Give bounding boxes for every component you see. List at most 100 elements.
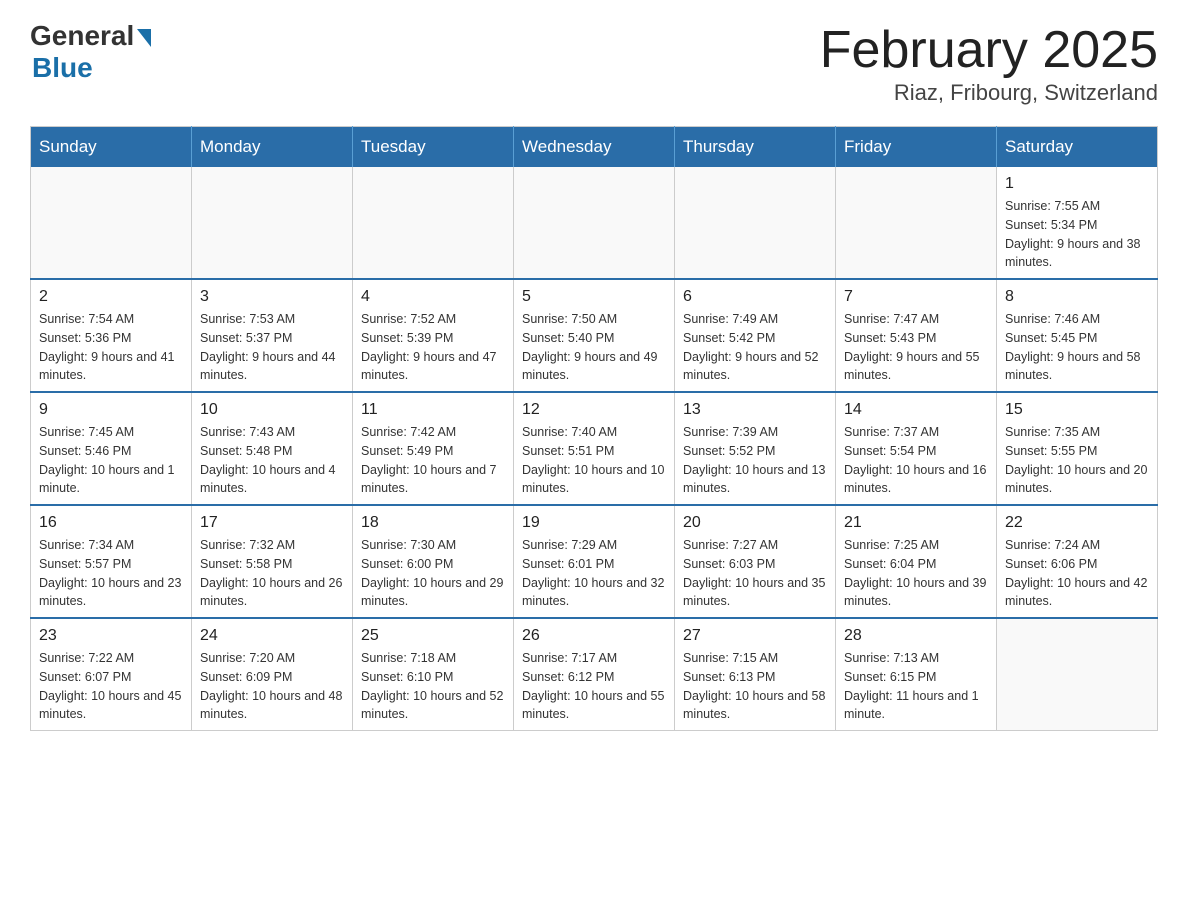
calendar-day-cell: 12Sunrise: 7:40 AMSunset: 5:51 PMDayligh…	[514, 392, 675, 505]
day-of-week-header: Tuesday	[353, 127, 514, 168]
day-info: Sunrise: 7:18 AMSunset: 6:10 PMDaylight:…	[361, 649, 505, 724]
calendar-day-cell: 8 Sunrise: 7:46 AMSunset: 5:45 PMDaylight…	[997, 279, 1158, 392]
calendar-day-cell: 24 Sunrise: 7:20 AMSunset: 6:09 PMDayligh…	[192, 618, 353, 731]
day-number: 24	[200, 627, 344, 645]
calendar-day-cell: 14 Sunrise: 7:37 AMSunset: 5:54 PMDayligh…	[836, 392, 997, 505]
calendar-day-cell: 13 Sunrise: 7:39 AMSunset: 5:52 PMDayligh…	[675, 392, 836, 505]
day-number: 28	[844, 627, 988, 645]
day-number: 21	[844, 514, 988, 532]
day-info: Sunrise: 7:17 AMSunset: 6:12 PMDaylight:…	[522, 649, 666, 724]
calendar-day-cell	[31, 167, 192, 279]
calendar-day-cell: 17 Sunrise: 7:32 AMSunset: 5:58 PMDayligh…	[192, 505, 353, 618]
day-info: Sunrise: 7:45 AMSunset: 5:46 PMDaylight:…	[39, 423, 183, 498]
day-of-week-header: Sunday	[31, 127, 192, 168]
day-info: Sunrise: 7:20 AMSunset: 6:09 PMDaylight:…	[200, 649, 344, 724]
calendar-day-cell: 20Sunrise: 7:27 AMSunset: 6:03 PMDayligh…	[675, 505, 836, 618]
calendar-day-cell	[675, 167, 836, 279]
day-info: Sunrise: 7:47 AMSunset: 5:43 PMDaylight:…	[844, 310, 988, 385]
day-info: Sunrise: 7:29 AMSunset: 6:01 PMDaylight:…	[522, 536, 666, 611]
day-info: Sunrise: 7:13 AMSunset: 6:15 PMDaylight:…	[844, 649, 988, 724]
day-number: 26	[522, 627, 666, 645]
day-info: Sunrise: 7:37 AMSunset: 5:54 PMDaylight:…	[844, 423, 988, 498]
calendar-week-row: 2 Sunrise: 7:54 AMSunset: 5:36 PMDaylight…	[31, 279, 1158, 392]
day-info: Sunrise: 7:52 AMSunset: 5:39 PMDaylight:…	[361, 310, 505, 385]
day-info: Sunrise: 7:35 AMSunset: 5:55 PMDaylight:…	[1005, 423, 1149, 498]
calendar-table: SundayMondayTuesdayWednesdayThursdayFrid…	[30, 126, 1158, 731]
calendar-day-cell: 25 Sunrise: 7:18 AMSunset: 6:10 PMDayligh…	[353, 618, 514, 731]
logo: General Blue	[30, 20, 151, 84]
day-number: 16	[39, 514, 183, 532]
calendar-day-cell: 23 Sunrise: 7:22 AMSunset: 6:07 PMDayligh…	[31, 618, 192, 731]
calendar-header-row: SundayMondayTuesdayWednesdayThursdayFrid…	[31, 127, 1158, 168]
day-number: 2	[39, 288, 183, 306]
day-number: 14	[844, 401, 988, 419]
day-number: 10	[200, 401, 344, 419]
calendar-day-cell	[353, 167, 514, 279]
day-number: 4	[361, 288, 505, 306]
calendar-day-cell	[192, 167, 353, 279]
calendar-day-cell: 18Sunrise: 7:30 AMSunset: 6:00 PMDayligh…	[353, 505, 514, 618]
calendar-week-row: 9 Sunrise: 7:45 AMSunset: 5:46 PMDaylight…	[31, 392, 1158, 505]
calendar-day-cell: 10 Sunrise: 7:43 AMSunset: 5:48 PMDayligh…	[192, 392, 353, 505]
day-info: Sunrise: 7:53 AMSunset: 5:37 PMDaylight:…	[200, 310, 344, 385]
day-info: Sunrise: 7:42 AMSunset: 5:49 PMDaylight:…	[361, 423, 505, 498]
day-number: 7	[844, 288, 988, 306]
day-info: Sunrise: 7:55 AMSunset: 5:34 PMDaylight:…	[1005, 197, 1149, 272]
day-info: Sunrise: 7:50 AMSunset: 5:40 PMDaylight:…	[522, 310, 666, 385]
day-info: Sunrise: 7:54 AMSunset: 5:36 PMDaylight:…	[39, 310, 183, 385]
day-info: Sunrise: 7:34 AMSunset: 5:57 PMDaylight:…	[39, 536, 183, 611]
calendar-day-cell: 3 Sunrise: 7:53 AMSunset: 5:37 PMDaylight…	[192, 279, 353, 392]
calendar-day-cell: 5 Sunrise: 7:50 AMSunset: 5:40 PMDaylight…	[514, 279, 675, 392]
day-number: 23	[39, 627, 183, 645]
day-info: Sunrise: 7:15 AMSunset: 6:13 PMDaylight:…	[683, 649, 827, 724]
calendar-day-cell: 15Sunrise: 7:35 AMSunset: 5:55 PMDayligh…	[997, 392, 1158, 505]
calendar-week-row: 1Sunrise: 7:55 AMSunset: 5:34 PMDaylight…	[31, 167, 1158, 279]
day-number: 25	[361, 627, 505, 645]
month-title: February 2025	[820, 20, 1158, 80]
calendar-day-cell: 4 Sunrise: 7:52 AMSunset: 5:39 PMDaylight…	[353, 279, 514, 392]
calendar-day-cell: 16 Sunrise: 7:34 AMSunset: 5:57 PMDayligh…	[31, 505, 192, 618]
day-of-week-header: Wednesday	[514, 127, 675, 168]
calendar-day-cell: 28 Sunrise: 7:13 AMSunset: 6:15 PMDayligh…	[836, 618, 997, 731]
calendar-day-cell: 11 Sunrise: 7:42 AMSunset: 5:49 PMDayligh…	[353, 392, 514, 505]
day-of-week-header: Monday	[192, 127, 353, 168]
calendar-day-cell: 1Sunrise: 7:55 AMSunset: 5:34 PMDaylight…	[997, 167, 1158, 279]
logo-arrow-icon	[137, 29, 151, 47]
calendar-week-row: 23 Sunrise: 7:22 AMSunset: 6:07 PMDayligh…	[31, 618, 1158, 731]
calendar-day-cell: 7 Sunrise: 7:47 AMSunset: 5:43 PMDaylight…	[836, 279, 997, 392]
day-info: Sunrise: 7:25 AMSunset: 6:04 PMDaylight:…	[844, 536, 988, 611]
day-of-week-header: Saturday	[997, 127, 1158, 168]
day-info: Sunrise: 7:30 AMSunset: 6:00 PMDaylight:…	[361, 536, 505, 611]
calendar-week-row: 16 Sunrise: 7:34 AMSunset: 5:57 PMDayligh…	[31, 505, 1158, 618]
day-info: Sunrise: 7:27 AMSunset: 6:03 PMDaylight:…	[683, 536, 827, 611]
calendar-day-cell	[836, 167, 997, 279]
calendar-day-cell: 27 Sunrise: 7:15 AMSunset: 6:13 PMDayligh…	[675, 618, 836, 731]
day-info: Sunrise: 7:24 AMSunset: 6:06 PMDaylight:…	[1005, 536, 1149, 611]
day-number: 9	[39, 401, 183, 419]
day-info: Sunrise: 7:39 AMSunset: 5:52 PMDaylight:…	[683, 423, 827, 498]
logo-blue-text: Blue	[32, 52, 93, 84]
day-number: 22	[1005, 514, 1149, 532]
day-info: Sunrise: 7:43 AMSunset: 5:48 PMDaylight:…	[200, 423, 344, 498]
calendar-day-cell: 26 Sunrise: 7:17 AMSunset: 6:12 PMDayligh…	[514, 618, 675, 731]
day-info: Sunrise: 7:22 AMSunset: 6:07 PMDaylight:…	[39, 649, 183, 724]
title-section: February 2025 Riaz, Fribourg, Switzerlan…	[820, 20, 1158, 106]
calendar-day-cell: 19 Sunrise: 7:29 AMSunset: 6:01 PMDayligh…	[514, 505, 675, 618]
day-number: 27	[683, 627, 827, 645]
day-number: 8	[1005, 288, 1149, 306]
calendar-day-cell	[514, 167, 675, 279]
day-number: 5	[522, 288, 666, 306]
day-info: Sunrise: 7:46 AMSunset: 5:45 PMDaylight:…	[1005, 310, 1149, 385]
calendar-day-cell: 2 Sunrise: 7:54 AMSunset: 5:36 PMDaylight…	[31, 279, 192, 392]
calendar-day-cell	[997, 618, 1158, 731]
day-number: 19	[522, 514, 666, 532]
calendar-day-cell: 6Sunrise: 7:49 AMSunset: 5:42 PMDaylight…	[675, 279, 836, 392]
page-header: General Blue February 2025 Riaz, Fribour…	[30, 20, 1158, 106]
day-info: Sunrise: 7:32 AMSunset: 5:58 PMDaylight:…	[200, 536, 344, 611]
day-number: 3	[200, 288, 344, 306]
day-info: Sunrise: 7:49 AMSunset: 5:42 PMDaylight:…	[683, 310, 827, 385]
day-number: 13	[683, 401, 827, 419]
day-number: 17	[200, 514, 344, 532]
day-number: 11	[361, 401, 505, 419]
calendar-day-cell: 21 Sunrise: 7:25 AMSunset: 6:04 PMDayligh…	[836, 505, 997, 618]
